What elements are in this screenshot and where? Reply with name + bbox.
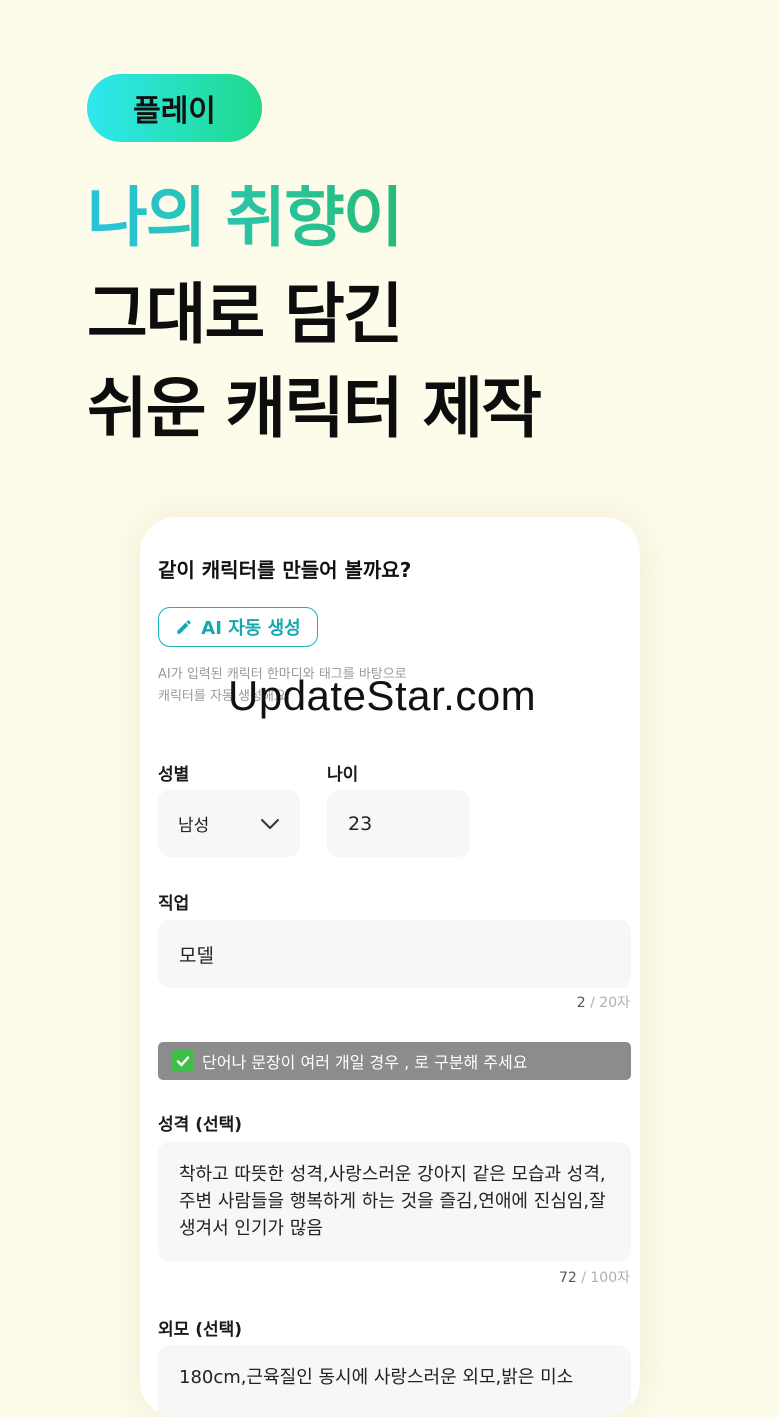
chevron-down-icon <box>261 818 279 829</box>
play-badge: 플레이 <box>87 74 262 142</box>
gender-select[interactable]: 남성 <box>158 790 300 857</box>
personality-char-max: / 100자 <box>576 1270 630 1286</box>
age-value: 23 <box>348 812 373 835</box>
looks-value: 180cm,근육질인 동시에 사랑스러운 외모,밝은 미소 <box>179 1367 574 1388</box>
personality-char-count: 72 <box>558 1270 577 1286</box>
job-input[interactable]: 모델 <box>158 920 631 988</box>
gender-label: 성별 <box>158 765 190 785</box>
ai-auto-generate-label: AI 자동 생성 <box>201 618 301 639</box>
gender-value: 남성 <box>178 816 210 836</box>
job-value: 모델 <box>179 944 214 967</box>
looks-label: 외모 (선택) <box>158 1320 243 1340</box>
headline-line-1: 나의 취향이 <box>87 179 404 256</box>
job-label: 직업 <box>158 894 190 914</box>
personality-value: 착하고 따뜻한 성격,사랑스러운 강아지 같은 모습과 성격,주변 사람들을 행… <box>179 1164 606 1239</box>
job-char-count: 2 <box>576 995 586 1011</box>
ai-auto-generate-button[interactable]: AI 자동 생성 <box>158 607 318 647</box>
play-badge-label: 플레이 <box>133 94 216 129</box>
character-form-card: 같이 캐릭터를 만들어 볼까요? AI 자동 생성 AI가 입력된 캐릭터 한마… <box>140 517 640 1417</box>
check-icon <box>172 1050 194 1072</box>
form-title: 같이 캐릭터를 만들어 볼까요? <box>158 558 412 582</box>
pencil-icon <box>177 620 192 634</box>
separator-notice: 단어나 문장이 여러 개일 경우 , 로 구분해 주세요 <box>158 1042 631 1080</box>
personality-label: 성격 (선택) <box>158 1115 243 1135</box>
personality-char-counter: 72 / 100자 <box>559 1267 630 1287</box>
personality-textarea[interactable]: 착하고 따뜻한 성격,사랑스러운 강아지 같은 모습과 성격,주변 사람들을 행… <box>158 1142 631 1262</box>
age-label: 나이 <box>327 765 359 785</box>
headline-line-3: 쉬운 캐릭터 제작 <box>87 370 542 447</box>
job-char-counter: 2 / 20자 <box>577 992 630 1012</box>
watermark: UpdateStar.com <box>228 672 537 719</box>
looks-textarea[interactable]: 180cm,근육질인 동시에 사랑스러운 외모,밝은 미소 <box>158 1345 631 1417</box>
headline-line-2: 그대로 담긴 <box>87 276 404 353</box>
separator-notice-text: 단어나 문장이 여러 개일 경우 , 로 구분해 주세요 <box>202 1053 528 1072</box>
job-char-max: / 20자 <box>585 995 630 1011</box>
age-input[interactable]: 23 <box>327 790 470 857</box>
